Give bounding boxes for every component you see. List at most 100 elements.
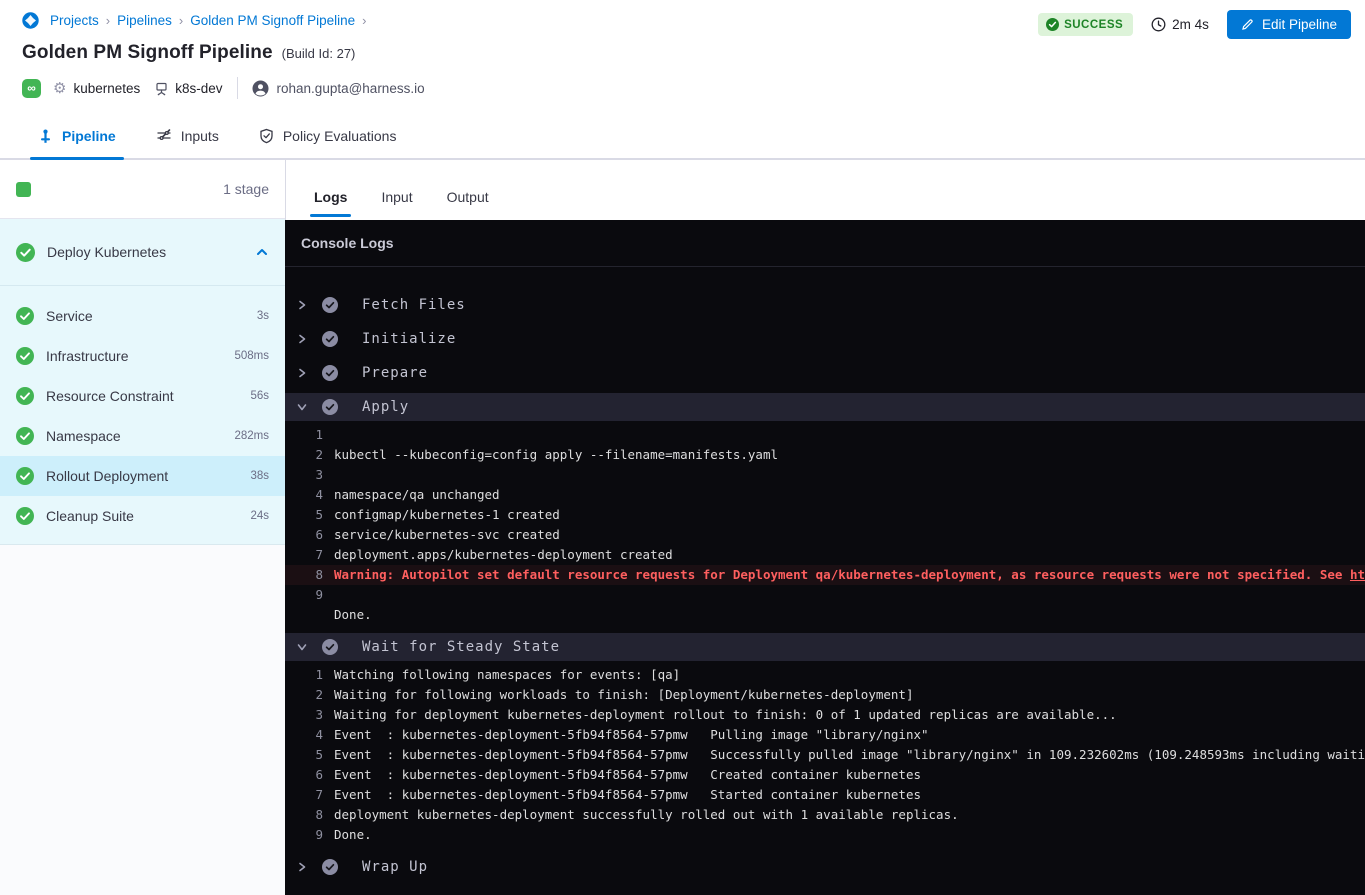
tab-output[interactable]: Output [447,189,489,220]
log-line: 8deployment kubernetes-deployment succes… [285,805,1365,825]
warning-link[interactable]: http://g [1350,567,1365,582]
step-row-service[interactable]: Service 3s [0,296,285,336]
log-line: 7 Event : kubernetes-deployment-5fb94f856… [285,785,1365,805]
step-row-namespace[interactable]: Namespace282ms [0,416,285,456]
line-number: 8 [285,565,323,585]
line-number: 7 [285,785,323,805]
step-duration: 24s [250,510,269,522]
log-lines-wait-for-steady-state: 1 Watching following namespaces for event… [285,661,1365,847]
stage-name: Deploy Kubernetes [47,244,166,260]
chevron-right-icon[interactable] [295,333,309,345]
log-line: 1 [285,425,1365,445]
breadcrumb-separator: › [362,13,366,28]
chevron-right-icon[interactable] [295,299,309,311]
breadcrumb-projects[interactable]: Projects [50,13,99,28]
line-text: namespace/qa unchanged [334,485,500,505]
section-title: Prepare [362,365,428,381]
tab-inputs[interactable]: Inputs [156,114,219,158]
environment-name[interactable]: k8s-dev [175,81,222,96]
line-text: service/kubernetes-svc created [334,525,560,545]
step-duration: 3s [257,310,269,322]
main-tabbar: Pipeline Inputs Policy Evaluations [0,114,1365,160]
log-line-warning: 8Warning: Autopilot set default resource… [285,565,1365,585]
line-number: 4 [285,485,323,505]
execution-sidebar: 1 stage Deploy Kubernetes Service3sInfra… [0,160,285,895]
inputs-icon [156,128,172,144]
step-name: Resource Constraint [46,388,174,404]
step-row-infrastructure[interactable]: Infrastructure508ms [0,336,285,376]
edit-pipeline-button[interactable]: Edit Pipeline [1227,10,1351,39]
tab-policy-evaluations[interactable]: Policy Evaluations [259,114,397,158]
section-title: Apply [362,399,409,415]
log-section-fetch-files[interactable]: Fetch Files [285,291,1365,319]
line-number: 9 [285,825,323,845]
tab-pipeline[interactable]: Pipeline [38,114,116,158]
breadcrumb-separator: › [106,13,110,28]
meta-row: ∞ ⚙ kubernetes k8s-dev rohan.gupta@harne… [22,77,1341,114]
log-line: 1 Watching following namespaces for event… [285,665,1365,685]
line-text: Waiting for following workloads to finis… [334,685,913,705]
log-tabbar: Logs Input Output [285,160,1365,220]
console-body: Fetch FilesInitializePrepareApply12kubec… [285,267,1365,895]
chevron-down-icon[interactable] [295,641,309,653]
line-text: deployment kubernetes-deployment success… [334,805,959,825]
line-number: 4 [285,725,323,745]
line-text: deployment.apps/kubernetes-deployment cr… [334,545,673,565]
chevron-up-icon[interactable] [255,245,269,259]
log-section-prepare[interactable]: Prepare [285,359,1365,387]
log-line: 7deployment.apps/kubernetes-deployment c… [285,545,1365,565]
line-text: Event : kubernetes-deployment-5fb94f8564… [334,725,929,745]
step-name: Service [46,308,93,324]
step-row-resource-constraint[interactable]: Resource Constraint56s [0,376,285,416]
breadcrumb-pipelines[interactable]: Pipelines [117,13,172,28]
step-success-icon [16,427,34,445]
log-line: 2kubectl --kubeconfig=config apply --fil… [285,445,1365,465]
stage-success-icon [16,243,35,262]
step-duration: 508ms [234,350,269,362]
line-text: Waiting for deployment kubernetes-deploy… [334,705,1117,725]
chevron-right-icon[interactable] [295,367,309,379]
line-number: 1 [285,425,323,445]
breadcrumb-pipeline-name[interactable]: Golden PM Signoff Pipeline [190,13,355,28]
service-name[interactable]: kubernetes [73,81,140,96]
trigger-user-email: rohan.gupta@harness.io [277,81,425,96]
tab-input[interactable]: Input [381,189,412,220]
harness-logo-icon[interactable] [22,12,39,29]
line-text: Event : kubernetes-deployment-5fb94f8564… [334,785,921,805]
environment-icon [154,81,169,96]
log-line: Done. [285,605,1365,625]
line-text: Event : kubernetes-deployment-5fb94f8564… [334,765,921,785]
step-row-cleanup-suite[interactable]: Cleanup Suite24s [0,496,285,536]
cd-module-icon: ∞ [22,79,41,98]
section-success-icon [322,331,338,347]
header-actions: SUCCESS 2m 4s Edit Pipeline [1038,10,1351,39]
section-success-icon [322,859,338,875]
line-number: 3 [285,465,323,485]
log-lines-apply: 12kubectl --kubeconfig=config apply --fi… [285,421,1365,627]
chevron-right-icon[interactable] [295,861,309,873]
step-name: Rollout Deployment [46,468,168,484]
line-text: Watching following namespaces for events… [334,665,680,685]
log-section-wait-for-steady-state[interactable]: Wait for Steady State [285,633,1365,661]
pencil-icon [1241,18,1254,31]
stage-status-square [16,182,31,197]
log-line: 5configmap/kubernetes-1 created [285,505,1365,525]
tab-logs[interactable]: Logs [314,189,347,220]
chevron-down-icon[interactable] [295,401,309,413]
line-number: 1 [285,665,323,685]
breadcrumb-separator: › [179,13,183,28]
log-line: 4 Event : kubernetes-deployment-5fb94f856… [285,725,1365,745]
pipeline-execution-page: Projects › Pipelines › Golden PM Signoff… [0,0,1365,895]
line-text: Done. [334,825,372,845]
log-line: 6service/kubernetes-svc created [285,525,1365,545]
log-section-initialize[interactable]: Initialize [285,325,1365,353]
log-section-apply[interactable]: Apply [285,393,1365,421]
stage-row-deploy-kubernetes[interactable]: Deploy Kubernetes [0,219,285,286]
section-success-icon [322,399,338,415]
log-section-wrap-up[interactable]: Wrap Up [285,853,1365,881]
line-number: 2 [285,685,323,705]
line-number: 5 [285,505,323,525]
pipeline-icon [38,129,53,144]
section-title: Wrap Up [362,859,428,875]
step-row-rollout-deployment[interactable]: Rollout Deployment38s [0,456,285,496]
